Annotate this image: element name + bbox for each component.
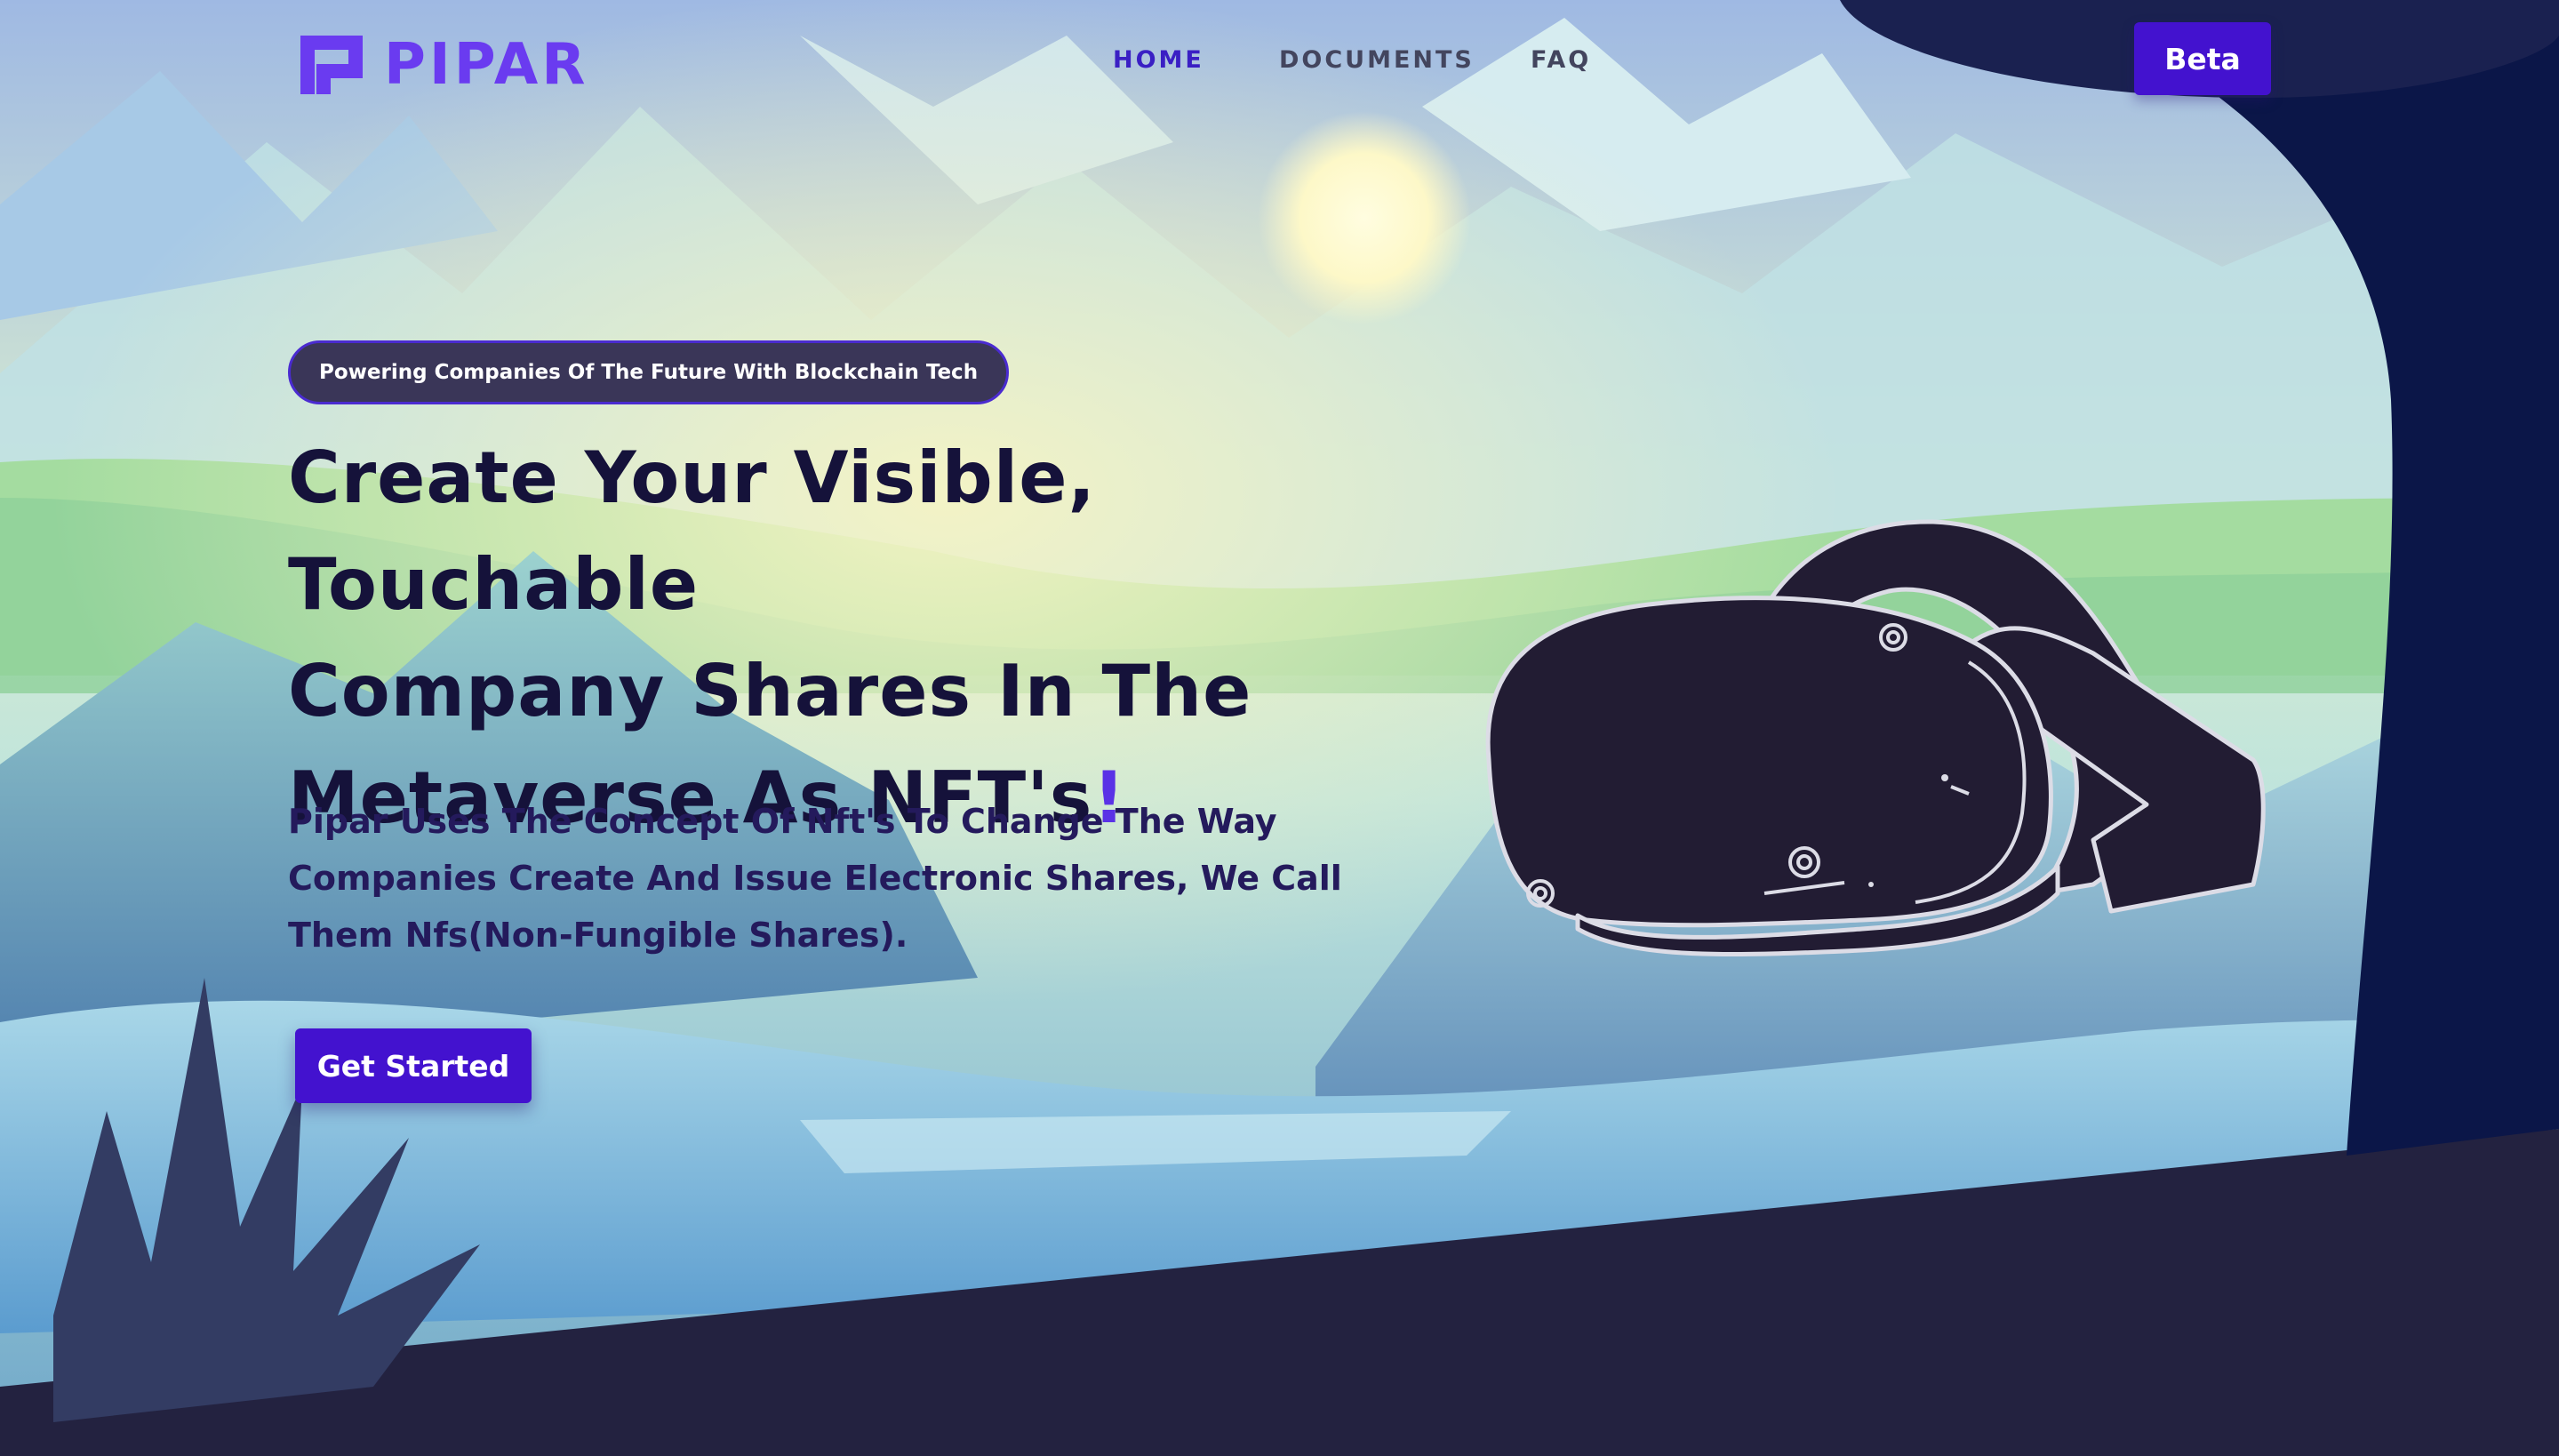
hero-description: Pipar Uses The Concept Of Nft's To Chang… xyxy=(288,802,1342,955)
hero-title: Create Your Visible, Touchable Company S… xyxy=(288,425,1443,852)
hero-badge: Powering Companies Of The Future With Bl… xyxy=(288,340,1010,404)
get-started-button[interactable]: Get Started xyxy=(295,1028,532,1103)
vr-headset-icon xyxy=(1485,519,2266,957)
hero-title-line-2: Company Shares In The xyxy=(288,650,1252,732)
nav-link-documents[interactable]: DOCUMENTS xyxy=(1279,46,1475,74)
beta-button[interactable]: Beta xyxy=(2134,22,2271,95)
brand-logo[interactable]: PIPAR xyxy=(300,32,589,98)
hero-title-line-1: Create Your Visible, Touchable xyxy=(288,436,1096,626)
nav-link-home[interactable]: HOME xyxy=(1113,46,1204,74)
brand-name: PIPAR xyxy=(384,32,589,98)
pipar-logo-icon xyxy=(300,36,363,94)
nav-link-faq[interactable]: FAQ xyxy=(1531,46,1591,74)
